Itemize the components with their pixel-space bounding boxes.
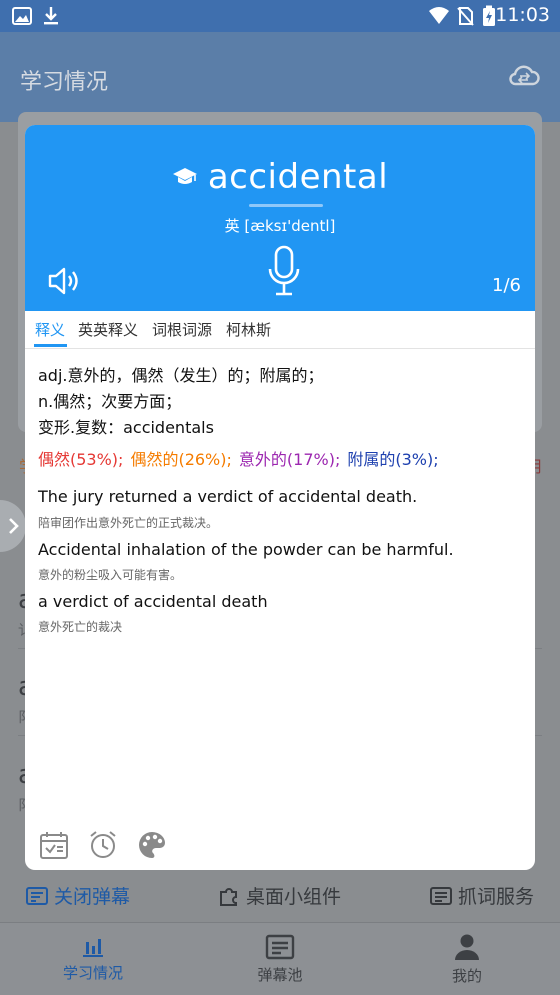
frequency-item: 偶然(53%); [38, 450, 124, 469]
person-icon [455, 934, 479, 960]
word-counter: 1/6 [492, 275, 521, 296]
danmaku-pool-icon [265, 934, 295, 960]
status-bar: 11:03 [0, 0, 560, 32]
no-sim-icon [456, 4, 474, 28]
nav-study[interactable]: 学习情况 [0, 923, 186, 995]
download-icon [42, 4, 60, 28]
danmaku-icon [26, 886, 48, 905]
example-sentence: Accidental inhalation of the powder can … [38, 540, 454, 559]
chevron-right-icon [9, 518, 19, 534]
definition-line: adj.意外的，偶然（发生）的；附属的； [38, 366, 324, 385]
tab-definition[interactable]: 释义 [35, 319, 65, 340]
word-dialog: accidental 英 [æksɪ'dentl] 1/6 释义 英英释义 词根… [25, 125, 535, 870]
dialog-header: accidental 英 [æksɪ'dentl] 1/6 [25, 125, 535, 311]
word-underline [249, 204, 323, 207]
alarm-clock-icon[interactable] [88, 830, 118, 864]
page-title: 学习情况 [20, 70, 109, 95]
desktop-widget-label: 桌面小组件 [246, 886, 342, 908]
tab-collins[interactable]: 柯林斯 [226, 319, 271, 340]
word-service-button[interactable]: 抓词服务 [430, 882, 534, 909]
frequency-item: 附属的(3%); [347, 450, 439, 469]
tab-indicator [34, 344, 67, 347]
app-bar: 学习情况 [0, 32, 560, 122]
nav-mine[interactable]: 我的 [374, 923, 560, 995]
example-translation: 意外的粉尘吸入可能有害。 [38, 568, 183, 582]
desktop-widget-button[interactable]: 桌面小组件 [218, 882, 341, 909]
wifi-icon [428, 4, 450, 28]
puzzle-icon [220, 887, 237, 906]
nav-study-label: 学习情况 [62, 964, 123, 982]
graduation-cap-icon [172, 168, 197, 184]
dialog-toolbar [39, 830, 167, 864]
clock: 11:03 [495, 4, 550, 26]
word-row: accidental [25, 157, 535, 197]
battery-icon [482, 4, 496, 28]
definition-line: 变形.复数：accidentals [38, 418, 214, 437]
bar-chart-icon [83, 939, 103, 957]
microphone-icon[interactable] [267, 245, 301, 301]
palette-icon[interactable] [137, 830, 167, 864]
phonetic: 英 [æksɪ'dentl] [224, 217, 336, 235]
word-service-label: 抓词服务 [458, 886, 535, 908]
headword: accidental [207, 157, 389, 197]
meaning-frequencies: 偶然(53%); 偶然的(26%); 意外的(17%); 附属的(3%); [38, 446, 439, 470]
bottom-navigation: 学习情况 弹幕池 我的 [0, 922, 560, 995]
frequency-item: 意外的(17%); [238, 450, 341, 469]
nav-danmaku-pool-label: 弹幕池 [257, 966, 303, 984]
service-icon [430, 886, 452, 905]
nav-mine-label: 我的 [451, 967, 482, 985]
tab-english-definition[interactable]: 英英释义 [78, 319, 138, 340]
close-danmaku-button[interactable]: 关闭弹幕 [26, 882, 130, 909]
definitions: adj.意外的，偶然（发生）的；附属的； n.偶然；次要方面； 变形.复数：ac… [38, 363, 324, 441]
example-translation: 意外死亡的裁决 [38, 620, 123, 634]
example-sentence: a verdict of accidental death [38, 592, 268, 611]
example-sentence: The jury returned a verdict of accidenta… [38, 487, 418, 506]
definition-line: n.偶然；次要方面； [38, 392, 182, 411]
speaker-icon[interactable] [47, 265, 81, 301]
close-danmaku-label: 关闭弹幕 [54, 886, 131, 908]
cloud-sync-icon[interactable] [508, 64, 540, 92]
definition-tabs: 释义 英英释义 词根词源 柯林斯 [25, 311, 535, 349]
calendar-icon[interactable] [39, 830, 69, 864]
action-row: 关闭弹幕 桌面小组件 抓词服务 [0, 870, 560, 922]
nav-danmaku-pool[interactable]: 弹幕池 [187, 923, 373, 995]
tab-etymology[interactable]: 词根词源 [152, 319, 212, 340]
image-icon [12, 4, 32, 28]
frequency-item: 偶然的(26%); [130, 450, 232, 469]
example-translation: 陪审团作出意外死亡的正式裁决。 [38, 516, 219, 530]
